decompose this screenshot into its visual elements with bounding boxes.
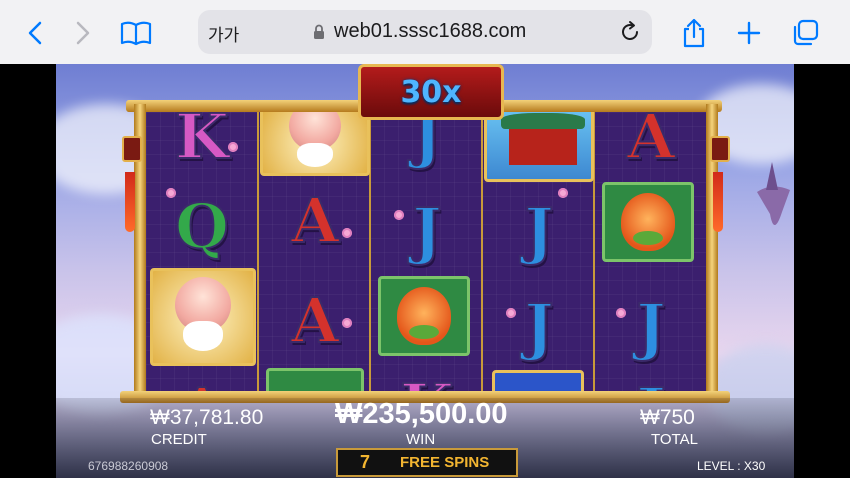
total-value: ₩750 xyxy=(640,406,695,429)
credit-value: ₩37,781.80 xyxy=(150,406,264,429)
symbol-a: A xyxy=(290,183,340,258)
tabs-button[interactable] xyxy=(790,18,820,48)
tassel-icon xyxy=(125,172,135,232)
symbol-a: A xyxy=(626,112,676,174)
symbol-j: J xyxy=(411,112,442,172)
bookmarks-button[interactable] xyxy=(118,18,154,48)
share-button[interactable] xyxy=(678,18,710,48)
forward-button[interactable] xyxy=(68,18,98,48)
win-label: WIN xyxy=(406,431,436,448)
symbol-j: J xyxy=(411,193,442,268)
blossom-icon xyxy=(558,188,568,198)
back-button[interactable] xyxy=(20,18,50,48)
free-spins-count: 7 xyxy=(360,452,371,472)
symbol-q: Q xyxy=(174,189,230,264)
chevron-left-icon xyxy=(28,21,42,45)
player-id: 676988260908 xyxy=(88,459,169,473)
symbol-a: A xyxy=(290,283,340,358)
symbol-peach xyxy=(378,276,470,356)
symbol-k: K xyxy=(371,358,483,393)
blossom-icon xyxy=(506,308,516,318)
url-text: web01.sssc1688.com xyxy=(334,20,527,42)
address-bar[interactable]: 가가 web01.sssc1688.com xyxy=(198,10,652,54)
multiplier-banner: 30x xyxy=(358,64,504,120)
lock-icon xyxy=(314,24,324,39)
plus-icon xyxy=(737,21,761,45)
blossom-icon xyxy=(166,188,176,198)
symbol-j: J xyxy=(635,289,666,364)
share-icon xyxy=(683,18,705,48)
symbol-elder xyxy=(260,112,370,176)
symbol-special xyxy=(492,370,584,392)
blossom-icon xyxy=(342,228,352,238)
symbol-temple xyxy=(484,112,594,182)
floating-rock-icon xyxy=(757,162,790,226)
tabs-icon xyxy=(793,19,819,46)
free-spins-label: FREE SPINS xyxy=(400,454,490,471)
ornament-icon xyxy=(122,136,142,162)
total-label: TOTAL xyxy=(651,431,698,448)
text-size-button[interactable]: 가가 xyxy=(208,21,239,46)
symbol-peach xyxy=(266,368,364,392)
reload-icon[interactable] xyxy=(618,20,642,44)
symbol-a: A xyxy=(146,362,258,393)
blossom-icon xyxy=(394,210,404,220)
ornament-icon xyxy=(710,136,730,162)
win-value: ₩235,500.00 xyxy=(335,398,508,430)
tassel-icon xyxy=(713,172,723,232)
new-tab-button[interactable] xyxy=(734,18,764,48)
credit-label: CREDIT xyxy=(151,431,207,448)
symbol-j: J xyxy=(523,193,554,268)
free-spins-panel: 7 FREE SPINS xyxy=(336,448,518,477)
level-indicator: LEVEL : X30 xyxy=(697,459,766,473)
symbol-k: K xyxy=(174,112,230,174)
reel-grid: K Q A A A J J K J J A J J xyxy=(146,112,706,392)
symbol-peach xyxy=(602,182,694,262)
symbol-j: J xyxy=(595,362,706,393)
symbol-j: J xyxy=(523,289,554,364)
blossom-icon xyxy=(342,318,352,328)
letterbox-left xyxy=(0,64,56,478)
symbol-elder xyxy=(150,268,256,366)
blossom-icon xyxy=(616,308,626,318)
letterbox-right xyxy=(794,64,850,478)
blossom-icon xyxy=(228,142,238,152)
multiplier-value: 30x xyxy=(400,74,462,110)
chevron-right-icon xyxy=(76,21,90,45)
browser-toolbar: 가가 web01.sssc1688.com xyxy=(0,0,850,65)
book-icon xyxy=(120,21,152,46)
